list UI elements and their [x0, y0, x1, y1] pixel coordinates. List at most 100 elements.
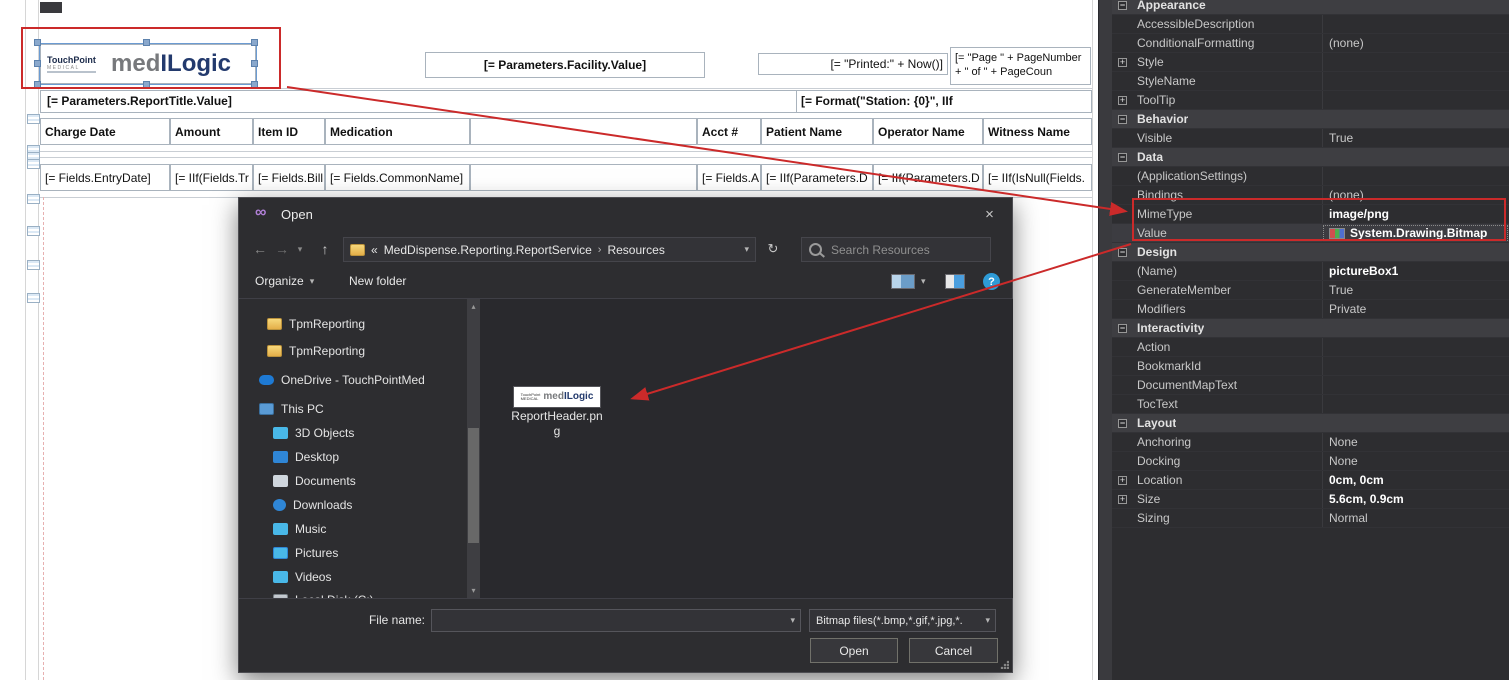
- report-section-tab[interactable]: [40, 2, 62, 13]
- tree-item-desktop[interactable]: Desktop: [239, 447, 467, 467]
- report-title-expression[interactable]: [= Parameters.ReportTitle.Value]: [47, 94, 232, 108]
- column-header-operator-name[interactable]: Operator Name: [873, 118, 983, 145]
- selection-handle[interactable]: [251, 39, 258, 46]
- property-value[interactable]: System.Drawing.Bitmap: [1322, 224, 1509, 242]
- band-marker-icon[interactable]: [27, 226, 40, 236]
- detail-cell-witness-name[interactable]: [= IIf(IsNull(Fields.: [983, 164, 1092, 191]
- property-row-toctext[interactable]: TocText: [1112, 395, 1509, 414]
- property-value[interactable]: [1322, 15, 1509, 33]
- property-row-sizing[interactable]: Sizing Normal: [1112, 509, 1509, 528]
- property-value[interactable]: [1322, 338, 1509, 356]
- property-value[interactable]: None: [1322, 433, 1509, 451]
- expand-icon[interactable]: +: [1118, 95, 1127, 105]
- column-header-item-id[interactable]: Item ID: [253, 118, 325, 145]
- file-name-label[interactable]: ReportHeader.pn g: [497, 409, 617, 439]
- property-value[interactable]: image/png: [1322, 205, 1509, 223]
- property-row-anchoring[interactable]: Anchoring None: [1112, 433, 1509, 452]
- column-header-acct[interactable]: Acct #: [697, 118, 761, 145]
- property-value[interactable]: [1322, 376, 1509, 394]
- property-row-bindings[interactable]: Bindings (none): [1112, 186, 1509, 205]
- help-button[interactable]: ?: [983, 273, 1000, 290]
- facility-expression-textbox[interactable]: [= Parameters.Facility.Value]: [425, 52, 705, 78]
- expand-icon[interactable]: +: [1118, 475, 1127, 485]
- tree-item-onedrive-touchpointmed[interactable]: OneDrive - TouchPointMed: [239, 370, 467, 390]
- property-value[interactable]: 0cm, 0cm: [1322, 471, 1509, 489]
- band-marker-icon[interactable]: [27, 114, 40, 124]
- property-row-name[interactable]: (Name) pictureBox1: [1112, 262, 1509, 281]
- detail-cell-charge-date[interactable]: [= Fields.EntryDate]: [40, 164, 170, 191]
- panel-splitter[interactable]: [1098, 0, 1113, 680]
- property-row-docking[interactable]: Docking None: [1112, 452, 1509, 471]
- property-category-behavior[interactable]: − Behavior: [1112, 110, 1509, 129]
- column-header-amount[interactable]: Amount: [170, 118, 253, 145]
- selection-handle[interactable]: [251, 60, 258, 67]
- collapse-icon[interactable]: −: [1118, 418, 1127, 428]
- file-list-pane[interactable]: [480, 299, 1013, 598]
- chevron-down-icon[interactable]: ▾: [985, 615, 990, 626]
- selection-handle[interactable]: [34, 60, 41, 67]
- property-category-appearance[interactable]: − Appearance: [1112, 0, 1509, 15]
- selection-handle[interactable]: [34, 39, 41, 46]
- property-value[interactable]: True: [1322, 129, 1509, 147]
- file-thumbnail[interactable]: TouchPoint MEDICAL medILogic: [513, 386, 601, 408]
- expand-icon[interactable]: +: [1118, 57, 1127, 67]
- collapse-icon[interactable]: −: [1118, 114, 1127, 124]
- property-category-interactivity[interactable]: − Interactivity: [1112, 319, 1509, 338]
- property-row-mimetype[interactable]: MimeType image/png: [1112, 205, 1509, 224]
- detail-cell-operator-name[interactable]: [= IIf(Parameters.D: [873, 164, 983, 191]
- property-value[interactable]: pictureBox1: [1322, 262, 1509, 280]
- breadcrumb[interactable]: « MedDispense.Reporting.ReportService › …: [343, 237, 756, 262]
- property-value[interactable]: [1322, 53, 1509, 71]
- tree-item-tpmreporting[interactable]: TpmReporting: [239, 341, 467, 361]
- property-row-conditionalformatting[interactable]: ConditionalFormatting (none): [1112, 34, 1509, 53]
- dialog-titlebar[interactable]: ∞ Open ×: [239, 198, 1012, 232]
- tree-item-this-pc[interactable]: This PC: [239, 399, 467, 419]
- refresh-icon[interactable]: ↻: [763, 238, 783, 260]
- breadcrumb-path[interactable]: MedDispense.Reporting.ReportService: [384, 243, 592, 257]
- selection-handle[interactable]: [143, 81, 150, 88]
- recent-locations-chevron-icon[interactable]: ▾: [293, 238, 307, 260]
- chevron-down-icon[interactable]: ▾: [921, 276, 926, 287]
- tree-item-downloads[interactable]: Downloads: [239, 495, 467, 515]
- tree-item-videos[interactable]: Videos: [239, 567, 467, 587]
- selection-handle[interactable]: [251, 81, 258, 88]
- property-value[interactable]: (none): [1322, 34, 1509, 52]
- property-row-modifiers[interactable]: Modifiers Private: [1112, 300, 1509, 319]
- detail-cell-amount[interactable]: [= IIf(Fields.Tr: [170, 164, 253, 191]
- band-marker-icon[interactable]: [27, 159, 40, 169]
- property-value[interactable]: None: [1322, 452, 1509, 470]
- scroll-down-icon[interactable]: ▾: [467, 584, 480, 597]
- property-row-applicationsettings[interactable]: (ApplicationSettings): [1112, 167, 1509, 186]
- property-value[interactable]: (none): [1322, 186, 1509, 204]
- collapse-icon[interactable]: −: [1118, 323, 1127, 333]
- tree-scrollbar[interactable]: ▴ ▾: [467, 299, 480, 598]
- property-row-action[interactable]: Action: [1112, 338, 1509, 357]
- page-number-expression-textbox[interactable]: [= "Page " + PageNumber + " of " + PageC…: [950, 47, 1091, 85]
- tree-item-pictures[interactable]: Pictures: [239, 543, 467, 563]
- new-folder-button[interactable]: New folder: [349, 274, 406, 288]
- property-row-generatemember[interactable]: GenerateMember True: [1112, 281, 1509, 300]
- resize-grip[interactable]: [1000, 660, 1009, 669]
- cancel-button[interactable]: Cancel: [909, 638, 998, 663]
- property-category-layout[interactable]: − Layout: [1112, 414, 1509, 433]
- property-row-visible[interactable]: Visible True: [1112, 129, 1509, 148]
- band-marker-icon[interactable]: [27, 260, 40, 270]
- tree-item-tpmreporting[interactable]: TpmReporting: [239, 314, 467, 334]
- column-header-charge-date[interactable]: Charge Date: [40, 118, 170, 145]
- band-marker-icon[interactable]: [27, 293, 40, 303]
- chevron-down-icon[interactable]: ▾: [790, 615, 795, 626]
- detail-cell-empty[interactable]: [470, 164, 697, 191]
- column-header-witness-name[interactable]: Witness Name: [983, 118, 1092, 145]
- tree-item-documents[interactable]: Documents: [239, 471, 467, 491]
- property-value[interactable]: [1322, 91, 1509, 109]
- tree-item-3d-objects[interactable]: 3D Objects: [239, 423, 467, 443]
- property-row-value[interactable]: Value System.Drawing.Bitmap: [1112, 224, 1509, 243]
- property-row-documentmaptext[interactable]: DocumentMapText: [1112, 376, 1509, 395]
- scroll-up-icon[interactable]: ▴: [467, 300, 480, 313]
- search-input[interactable]: [829, 241, 973, 258]
- detail-cell-acct[interactable]: [= Fields.A: [697, 164, 761, 191]
- tree-item-music[interactable]: Music: [239, 519, 467, 539]
- open-button[interactable]: Open: [810, 638, 898, 663]
- column-header-medication[interactable]: Medication: [325, 118, 470, 145]
- file-type-combobox[interactable]: Bitmap files(*.bmp,*.gif,*.jpg,*. ▾: [809, 609, 996, 632]
